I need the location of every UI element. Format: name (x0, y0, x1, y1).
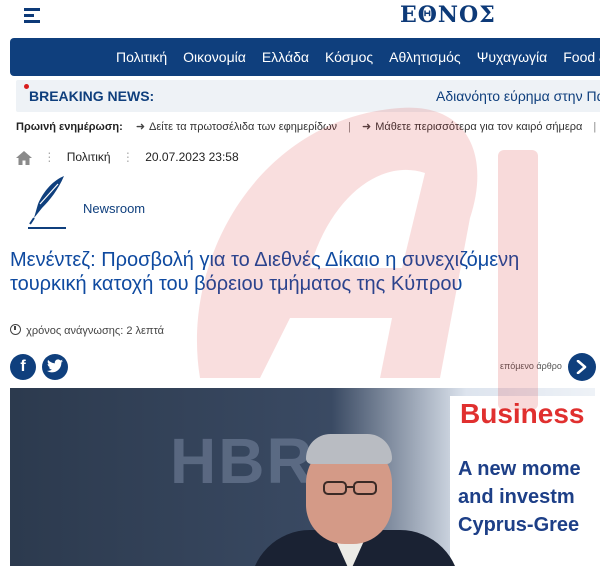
nav-item-politiki[interactable]: Πολιτική (116, 38, 167, 76)
banner-text-line1: Business (460, 398, 585, 429)
main-nav: Πολιτική Οικονομία Ελλάδα Κόσμος Αθλητισμός Ψ… (10, 38, 600, 76)
read-time: χρόνος ανάγνωσης: 2 λεπτά (10, 324, 164, 337)
separator: | (348, 121, 351, 133)
banner-text-line2: A new mome (458, 458, 581, 480)
frontpages-link[interactable]: Δείτε τα πρωτοσέλιδα των εφημερίδων (149, 121, 337, 133)
publish-date: 20.07.2023 23:58 (145, 150, 239, 164)
separator: | (593, 121, 597, 133)
arrow-right-icon: ➜ (362, 121, 372, 133)
breaking-news-label: BREAKING NEWS: (29, 88, 155, 104)
speaker-hair (306, 434, 392, 464)
share-buttons: f (10, 354, 70, 380)
arrow-right-icon: ➜ (135, 121, 146, 133)
nav-item-kosmos[interactable]: Κόσμος (325, 38, 373, 76)
breadcrumb-category[interactable]: Πολιτική (67, 150, 111, 164)
next-article-label[interactable]: επόμενο άρθρο (500, 361, 562, 371)
morning-briefing-label: Πρωινή ενημέρωση: (16, 121, 123, 133)
breaking-news-headline[interactable]: Αδιανόητο εύρημα στην Πά (436, 88, 600, 104)
clock-icon (10, 324, 21, 335)
weather-link[interactable]: Μάθετε περισσότερα για τον καιρό σήμερα (375, 121, 582, 133)
banner-text-line4: Cyprus-Gree (458, 514, 580, 536)
author-block: Newsroom (24, 174, 324, 234)
read-time-text: χρόνος ανάγνωσης: 2 λεπτά (26, 325, 165, 337)
breadcrumb: ⋮ Πολιτική ⋮ 20.07.2023 23:58 (16, 150, 239, 168)
chevron-right-icon (576, 360, 587, 374)
home-icon[interactable] (16, 150, 32, 165)
nav-item-food[interactable]: Food & (563, 38, 600, 76)
facebook-icon[interactable]: f (10, 354, 36, 380)
hamburger-menu-icon[interactable] (24, 8, 42, 24)
morning-briefing: Πρωινή ενημέρωση: ➜ Δείτε τα πρωτοσέλιδα … (16, 120, 600, 138)
breadcrumb-divider: ⋮ (43, 150, 56, 164)
twitter-icon[interactable] (42, 354, 69, 380)
breaking-news-bar: BREAKING NEWS: Αδιανόητο εύρημα στην Πά (16, 80, 600, 112)
breadcrumb-divider: ⋮ (121, 150, 134, 164)
article-hero-image: Business A new mome and investm Cyprus-G… (10, 388, 595, 566)
next-article-button[interactable] (568, 353, 596, 381)
quill-icon (28, 176, 66, 229)
site-logo[interactable]: ΕΘΝΟΣ (400, 2, 496, 28)
hbr-logo: HBR (170, 425, 315, 497)
nav-item-ellada[interactable]: Ελλάδα (262, 38, 309, 76)
author-name[interactable]: Newsroom (83, 201, 145, 216)
top-bar: ΕΘΝΟΣ (0, 0, 600, 36)
nav-item-psyxagogia[interactable]: Ψυχαγωγία (477, 38, 548, 76)
nav-item-oikonomia[interactable]: Οικονομία (183, 38, 246, 76)
glasses-icon (323, 481, 377, 495)
article-title: Μενέντεζ: Προσβολή για το Διεθνές Δίκαιο… (10, 249, 520, 295)
nav-item-athlitismos[interactable]: Αθλητισμός (389, 38, 461, 76)
banner-text-line3: and investm (458, 486, 575, 508)
